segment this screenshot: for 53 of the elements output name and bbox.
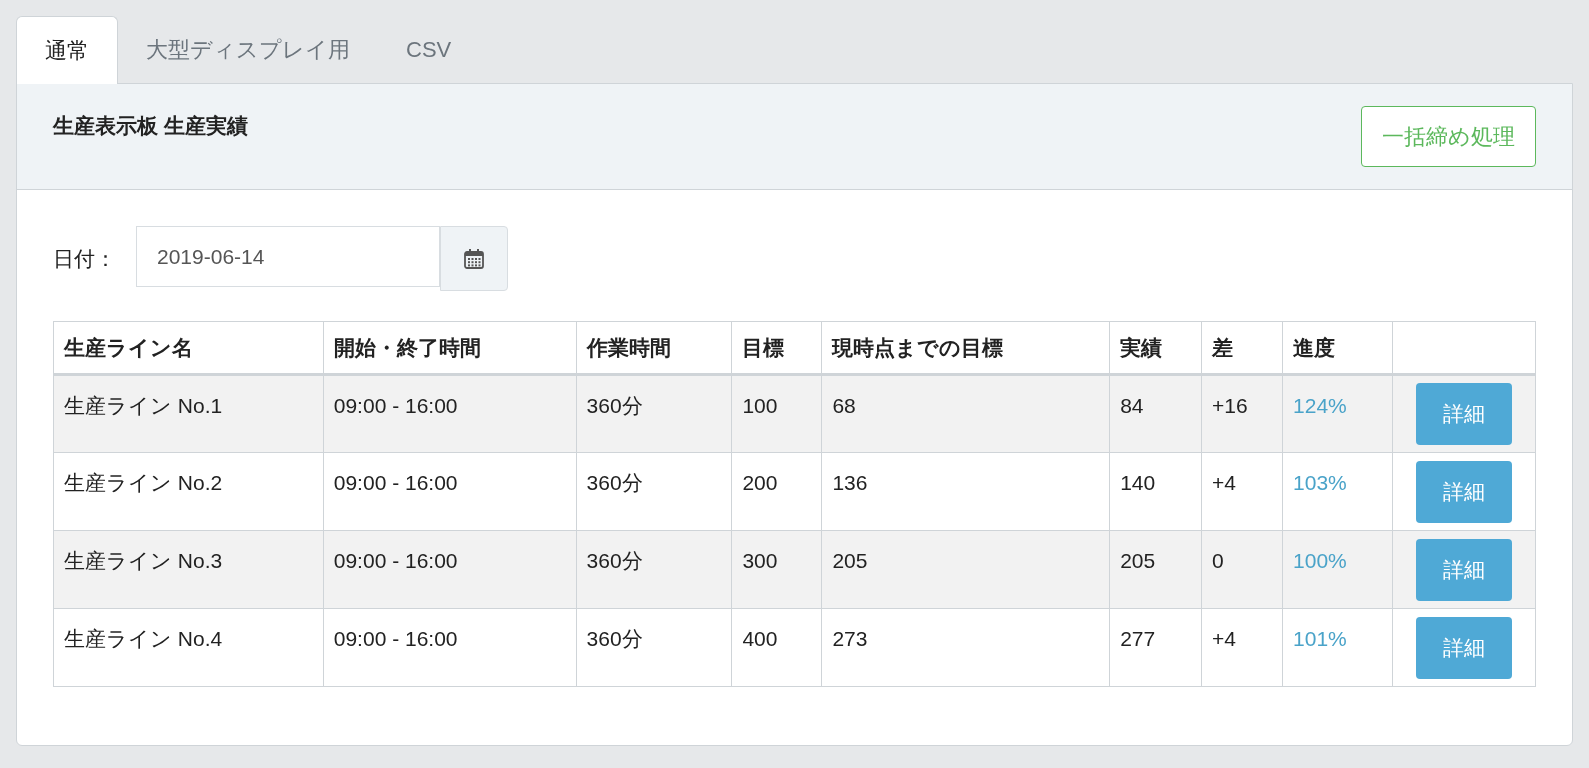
- table-cell: 68: [821, 374, 1110, 453]
- table-cell: 100: [731, 374, 822, 453]
- table-cell: 09:00 - 16:00: [323, 374, 577, 453]
- date-field[interactable]: 2019-06-14: [136, 226, 440, 287]
- table-cell: 09:00 - 16:00: [323, 452, 577, 531]
- column-header: 現時点までの目標: [821, 321, 1110, 375]
- table-cell: 生産ライン No.2: [53, 452, 324, 531]
- table-cell: 360分: [576, 530, 732, 609]
- table-cell: 0: [1201, 530, 1283, 609]
- table-cell: +16: [1201, 374, 1283, 453]
- table-cell: 101%: [1282, 608, 1393, 687]
- calendar-icon: [463, 247, 485, 270]
- table-cell: 103%: [1282, 452, 1393, 531]
- table-cell: 84: [1109, 374, 1202, 453]
- date-label: 日付：: [53, 245, 116, 272]
- table-cell: 124%: [1282, 374, 1393, 453]
- detail-button[interactable]: 詳細: [1416, 383, 1512, 445]
- column-header: 進度: [1282, 321, 1393, 375]
- panel-title: 生産表示板 生産実績: [53, 113, 248, 139]
- table-cell: 277: [1109, 608, 1202, 687]
- column-header: 開始・終了時間: [323, 321, 577, 375]
- table-cell: 400: [731, 608, 822, 687]
- column-header: 生産ライン名: [53, 321, 324, 375]
- detail-button[interactable]: 詳細: [1416, 460, 1512, 523]
- tab[interactable]: 大型ディスプレイ用: [118, 15, 378, 83]
- column-header: 実績: [1109, 321, 1202, 375]
- table-cell: 生産ライン No.4: [53, 608, 324, 687]
- table-cell: 100%: [1282, 530, 1393, 609]
- detail-button[interactable]: 詳細: [1416, 616, 1512, 679]
- batch-close-button[interactable]: 一括締め処理: [1361, 106, 1536, 167]
- table-cell: 136: [821, 452, 1110, 531]
- table-cell: 205: [821, 530, 1110, 609]
- table-cell: 09:00 - 16:00: [323, 608, 577, 687]
- detail-button[interactable]: 詳細: [1416, 538, 1512, 601]
- table-cell: 360分: [576, 452, 732, 531]
- table-cell: 273: [821, 608, 1110, 687]
- table-cell: 205: [1109, 530, 1202, 609]
- table-cell: 生産ライン No.1: [53, 374, 324, 453]
- table-cell: 200: [731, 452, 822, 531]
- table-cell: 生産ライン No.3: [53, 530, 324, 609]
- tab[interactable]: 通常: [16, 16, 118, 84]
- tab[interactable]: CSV: [378, 15, 480, 83]
- table-cell: 09:00 - 16:00: [323, 530, 577, 609]
- table-cell: 140: [1109, 452, 1202, 531]
- column-header: 作業時間: [576, 321, 732, 375]
- column-header: 目標: [731, 321, 822, 375]
- calendar-button[interactable]: [440, 226, 508, 291]
- table-cell: +4: [1201, 452, 1283, 531]
- table-cell: 360分: [576, 608, 732, 687]
- column-header: 差: [1201, 321, 1283, 375]
- table-cell: +4: [1201, 608, 1283, 687]
- table-cell: 300: [731, 530, 822, 609]
- table-cell: 360分: [576, 374, 732, 453]
